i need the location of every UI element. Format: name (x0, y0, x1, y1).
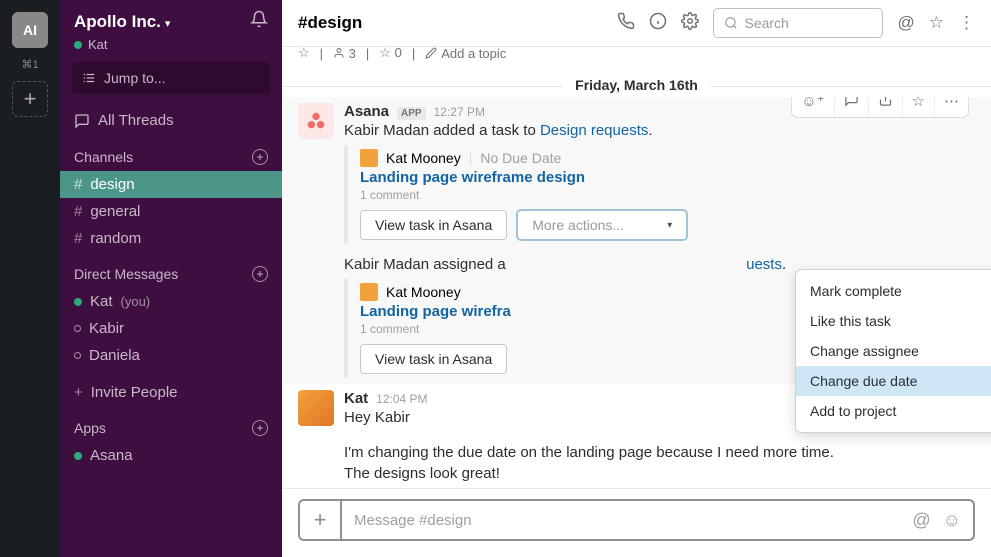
add-reaction-icon[interactable]: ☺⁺ (792, 97, 834, 117)
channels-header: Channels (74, 149, 133, 165)
thread-icon[interactable] (835, 97, 869, 117)
workspace-shortcut: ⌘1 (21, 58, 38, 71)
member-count[interactable]: 3 (333, 46, 356, 61)
channel-name: #design (298, 13, 362, 33)
menu-item[interactable]: Mark complete (796, 276, 991, 306)
menu-item[interactable]: Change due date (796, 366, 991, 396)
more-actions-icon[interactable]: ⋯ (935, 97, 968, 117)
date-divider: Friday, March 16th (563, 77, 710, 93)
search-input[interactable]: Search (713, 8, 883, 38)
share-icon[interactable] (869, 97, 903, 117)
add-topic-link[interactable]: Add a topic (425, 46, 506, 61)
channel-design[interactable]: #design (60, 171, 282, 198)
caret-down-icon: ▾ (667, 220, 672, 231)
emoji-icon[interactable]: ☺ (943, 510, 961, 531)
bookmark-icon[interactable]: ☆ (903, 97, 935, 117)
dm-daniela[interactable]: Daniela (60, 342, 282, 369)
chevron-down-icon: ▾ (165, 18, 171, 30)
channel-random[interactable]: #random (60, 225, 282, 252)
app-badge: APP (397, 107, 426, 120)
assignee-avatar (360, 149, 378, 167)
attach-button[interactable]: + (300, 501, 342, 539)
all-threads-link[interactable]: All Threads (60, 106, 282, 135)
threads-icon (74, 113, 90, 129)
view-task-button[interactable]: View task in Asana (360, 344, 507, 374)
task-link[interactable]: Landing page wireframe design (360, 169, 975, 186)
search-icon (724, 16, 738, 30)
menu-item[interactable]: Add to project (796, 396, 991, 426)
due-date: No Due Date (480, 150, 561, 166)
pencil-icon (425, 47, 437, 59)
more-icon[interactable]: ⋮ (958, 13, 975, 33)
message-author[interactable]: Kat (344, 390, 368, 407)
asana-icon (305, 110, 327, 132)
app-asana[interactable]: Asana (60, 442, 282, 469)
message-time: 12:27 PM (434, 105, 485, 119)
dm-kabir[interactable]: Kabir (60, 315, 282, 342)
team-menu[interactable]: Apollo Inc.▾ (74, 12, 170, 32)
message-actions: ☺⁺ ☆ ⋯ (791, 97, 969, 118)
workspace-switcher[interactable]: AI (12, 12, 48, 48)
jump-icon (82, 71, 96, 85)
message-author[interactable]: Asana (344, 103, 389, 120)
pin-count[interactable]: ☆ 0 (379, 45, 402, 61)
dms-header: Direct Messages (74, 266, 178, 282)
add-channel-button[interactable]: + (252, 149, 268, 165)
info-icon[interactable] (649, 12, 667, 35)
comment-count: 1 comment (360, 188, 975, 202)
mentions-icon[interactable]: @ (897, 13, 914, 33)
apps-header: Apps (74, 420, 106, 436)
assignee-avatar (360, 283, 378, 301)
assignee-name: Kat Mooney (386, 284, 461, 300)
channel-general[interactable]: #general (60, 198, 282, 225)
more-actions-dropdown[interactable]: More actions...▾ (517, 210, 687, 240)
message-input[interactable]: Message #design (342, 512, 900, 529)
star-icon[interactable]: ☆ (929, 13, 944, 33)
star-toggle[interactable]: ☆ (298, 45, 310, 61)
add-app-button[interactable]: + (252, 420, 268, 436)
phone-icon[interactable] (617, 12, 635, 35)
project-link[interactable]: Design requests (540, 122, 648, 139)
mention-icon[interactable]: @ (912, 510, 930, 531)
invite-people-link[interactable]: +Invite People (60, 379, 282, 406)
add-dm-button[interactable]: + (252, 266, 268, 282)
actions-menu: Mark completeLike this taskChange assign… (795, 269, 991, 433)
gear-icon[interactable] (681, 12, 699, 35)
view-task-button[interactable]: View task in Asana (360, 210, 507, 240)
dm-kat[interactable]: Kat (you) (60, 288, 282, 315)
avatar[interactable] (298, 103, 334, 139)
assignee-name: Kat Mooney (386, 150, 461, 166)
message-time: 12:04 PM (376, 392, 427, 406)
avatar[interactable] (298, 390, 334, 426)
jump-to-input[interactable]: Jump to... (72, 62, 270, 94)
add-workspace-button[interactable]: + (12, 81, 48, 117)
bell-icon[interactable] (250, 10, 268, 33)
project-link[interactable]: uests (746, 256, 782, 273)
current-user: Kat (60, 37, 282, 62)
menu-item[interactable]: Like this task (796, 306, 991, 336)
menu-item[interactable]: Change assignee (796, 336, 991, 366)
sidebar: Apollo Inc.▾ Kat Jump to... All Threads … (60, 0, 282, 557)
